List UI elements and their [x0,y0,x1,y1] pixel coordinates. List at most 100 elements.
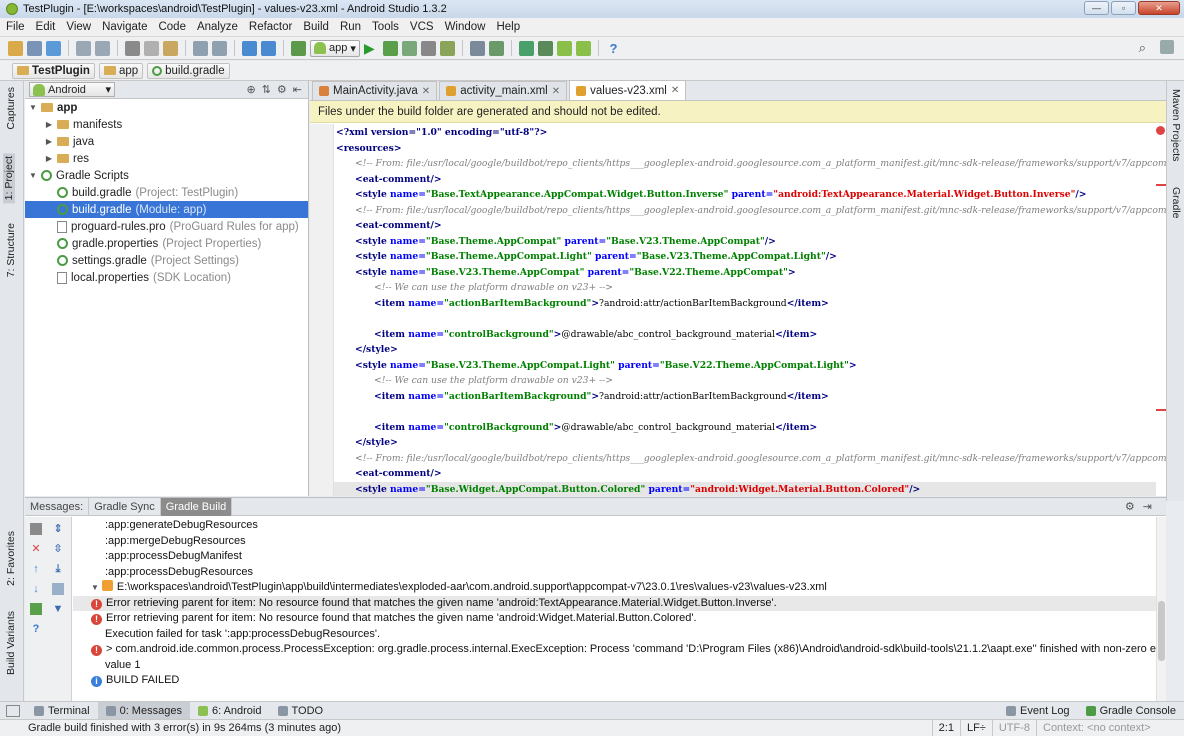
menu-refactor[interactable]: Refactor [249,21,292,33]
editor-gutter[interactable] [310,124,334,496]
window-title-bar[interactable]: TestPlugin - [E:\workspaces\android\Test… [0,0,1184,18]
redo-icon[interactable] [95,40,110,56]
menu-run[interactable]: Run [340,21,361,33]
sync-gradle-icon[interactable] [489,40,504,56]
tool-window-6-android[interactable]: 6: Android [190,702,270,719]
replace-icon[interactable] [212,40,227,56]
chevron-right-icon[interactable]: ▶ [45,137,53,146]
tree-item-app[interactable]: ▼ app [25,99,308,116]
menu-view[interactable]: View [66,21,91,33]
android-icon[interactable] [576,40,591,56]
run-config-select[interactable]: app ▾ [310,39,360,57]
menu-window[interactable]: Window [445,21,486,33]
log-message[interactable]: value 1 [73,658,1156,674]
tool-window-event-log[interactable]: Event Log [998,702,1078,719]
search-everywhere-icon[interactable]: ⌕ [1139,40,1146,56]
chevron-right-icon[interactable]: ▶ [45,120,53,129]
tree-item-build-gradle[interactable]: build.gradle (Project: TestPlugin) [25,184,308,201]
code-view[interactable]: <?xml version="1.0" encoding="utf-8"?> <r… [310,124,1166,496]
error-message[interactable]: ! Error retrieving parent for item: No re… [73,595,1156,611]
tree-item-res[interactable]: ▶ res [25,150,308,167]
next-message-icon[interactable]: ↓ [30,583,42,595]
breadcrumb-item-testplugin[interactable]: TestPlugin [12,62,95,79]
tool-tab-captures[interactable]: Captures [5,87,17,130]
help-icon[interactable]: ? [30,623,42,635]
status-message[interactable]: Gradle build finished with 3 error(s) in… [0,722,932,734]
gear-icon[interactable]: ⚙ [1125,500,1135,513]
attach-debugger-icon[interactable] [402,40,417,56]
tool-window-gradle-console[interactable]: Gradle Console [1078,702,1184,719]
chevron-down-icon[interactable]: ▼ [91,583,99,592]
stop-icon[interactable] [30,523,42,535]
coverage-icon[interactable] [421,40,436,56]
tab-activity-main-xml[interactable]: activity_main.xml ✕ [439,81,568,100]
filter-icon[interactable]: ▼ [52,603,64,615]
export-to-text-icon[interactable] [30,603,42,615]
error-mark[interactable] [1156,184,1166,186]
export-icon[interactable]: ⤓ [52,563,64,575]
caret-position[interactable]: 2:1 [931,719,960,736]
previous-message-icon[interactable]: ↑ [30,563,42,575]
save-icon[interactable] [27,40,42,56]
sdk-manager-icon[interactable] [538,40,553,56]
tool-tab-maven-projects[interactable]: Maven Projects [1170,89,1182,161]
messages-scrollbar[interactable] [1156,517,1166,702]
log-message[interactable]: :app:generateDebugResources [73,518,1156,534]
avd-manager-icon[interactable] [519,40,534,56]
log-message[interactable]: Execution failed for task ':app:processD… [73,627,1156,643]
toggle-tool-windows-icon[interactable] [6,704,20,717]
tab-mainactivity-java[interactable]: MainActivity.java ✕ [312,81,438,100]
tree-item-manifests[interactable]: ▶ manifests [25,116,308,133]
menu-analyze[interactable]: Analyze [197,21,238,33]
tree-item-settings-gradle[interactable]: settings.gradle (Project Settings) [25,252,308,269]
hide-panel-icon[interactable]: ⇥ [1143,500,1152,513]
tool-tab-gradle[interactable]: Gradle [1170,187,1182,219]
tool-window-0-messages[interactable]: 0: Messages [97,702,190,719]
messages-list[interactable]: :app:generateDebugResources:app:mergeDeb… [73,517,1156,702]
tree-item-build-gradle[interactable]: build.gradle (Module: app) [25,201,308,218]
layout-icon[interactable] [1160,40,1174,54]
line-separator[interactable]: LF÷ [959,719,992,736]
project-view-select[interactable]: Android ▾ [29,82,115,97]
tree-item-proguard-rules-pro[interactable]: proguard-rules.pro (ProGuard Rules for ap… [25,218,308,235]
close-button[interactable]: ✕ [1138,1,1180,15]
android-monitor-icon[interactable] [440,40,455,56]
tool-tab-1-project[interactable]: 1: Project [3,153,15,204]
file-message[interactable]: ▼ E:\workspaces\android\TestPlugin\app\bu… [73,580,1156,596]
android-device-monitor-icon[interactable] [557,40,572,56]
breadcrumb-item-app[interactable]: app [98,62,144,79]
menu-file[interactable]: File [6,21,25,33]
menu-build[interactable]: Build [303,21,329,33]
menu-navigate[interactable]: Navigate [102,21,147,33]
menu-code[interactable]: Code [158,21,186,33]
find-icon[interactable] [193,40,208,56]
context-selector[interactable]: Context: <no context> [1036,719,1184,736]
project-structure-icon[interactable] [470,40,485,56]
scope-icon[interactable]: ⊕ [246,83,255,96]
log-message[interactable]: :app:processDebugResources [73,565,1156,581]
hide-panel-icon[interactable]: ⇤ [293,83,302,96]
log-message[interactable]: :app:processDebugManifest [73,549,1156,565]
collapse-all-icon[interactable]: ⇳ [52,543,64,555]
messages-tab-gradle-sync[interactable]: Gradle Sync [89,497,161,516]
close-tab-icon[interactable]: ✕ [422,86,430,97]
back-icon[interactable] [242,40,257,56]
close-icon[interactable]: ✕ [30,543,42,555]
close-tab-icon[interactable]: ✕ [552,86,560,97]
expand-all-icon[interactable]: ⇕ [52,523,64,535]
chevron-right-icon[interactable]: ▶ [45,154,53,163]
tree-item-local-properties[interactable]: local.properties (SDK Location) [25,269,308,286]
tool-tab-build-variants[interactable]: Build Variants [5,611,17,675]
paste-icon[interactable] [163,40,178,56]
run-icon[interactable]: ▶ [364,40,379,56]
minimize-button[interactable]: — [1084,1,1109,15]
menu-edit[interactable]: Edit [36,21,56,33]
show-info-icon[interactable] [52,583,64,595]
maximize-button[interactable]: ▫ [1111,1,1136,15]
error-stripe[interactable] [1156,124,1166,496]
scrollbar-thumb[interactable] [1158,601,1165,661]
error-message[interactable]: ! Error retrieving parent for item: No re… [73,611,1156,627]
tool-tab-2-favorites[interactable]: 2: Favorites [5,531,17,586]
chevron-down-icon[interactable]: ▼ [29,103,37,112]
menu-vcs[interactable]: VCS [410,21,434,33]
